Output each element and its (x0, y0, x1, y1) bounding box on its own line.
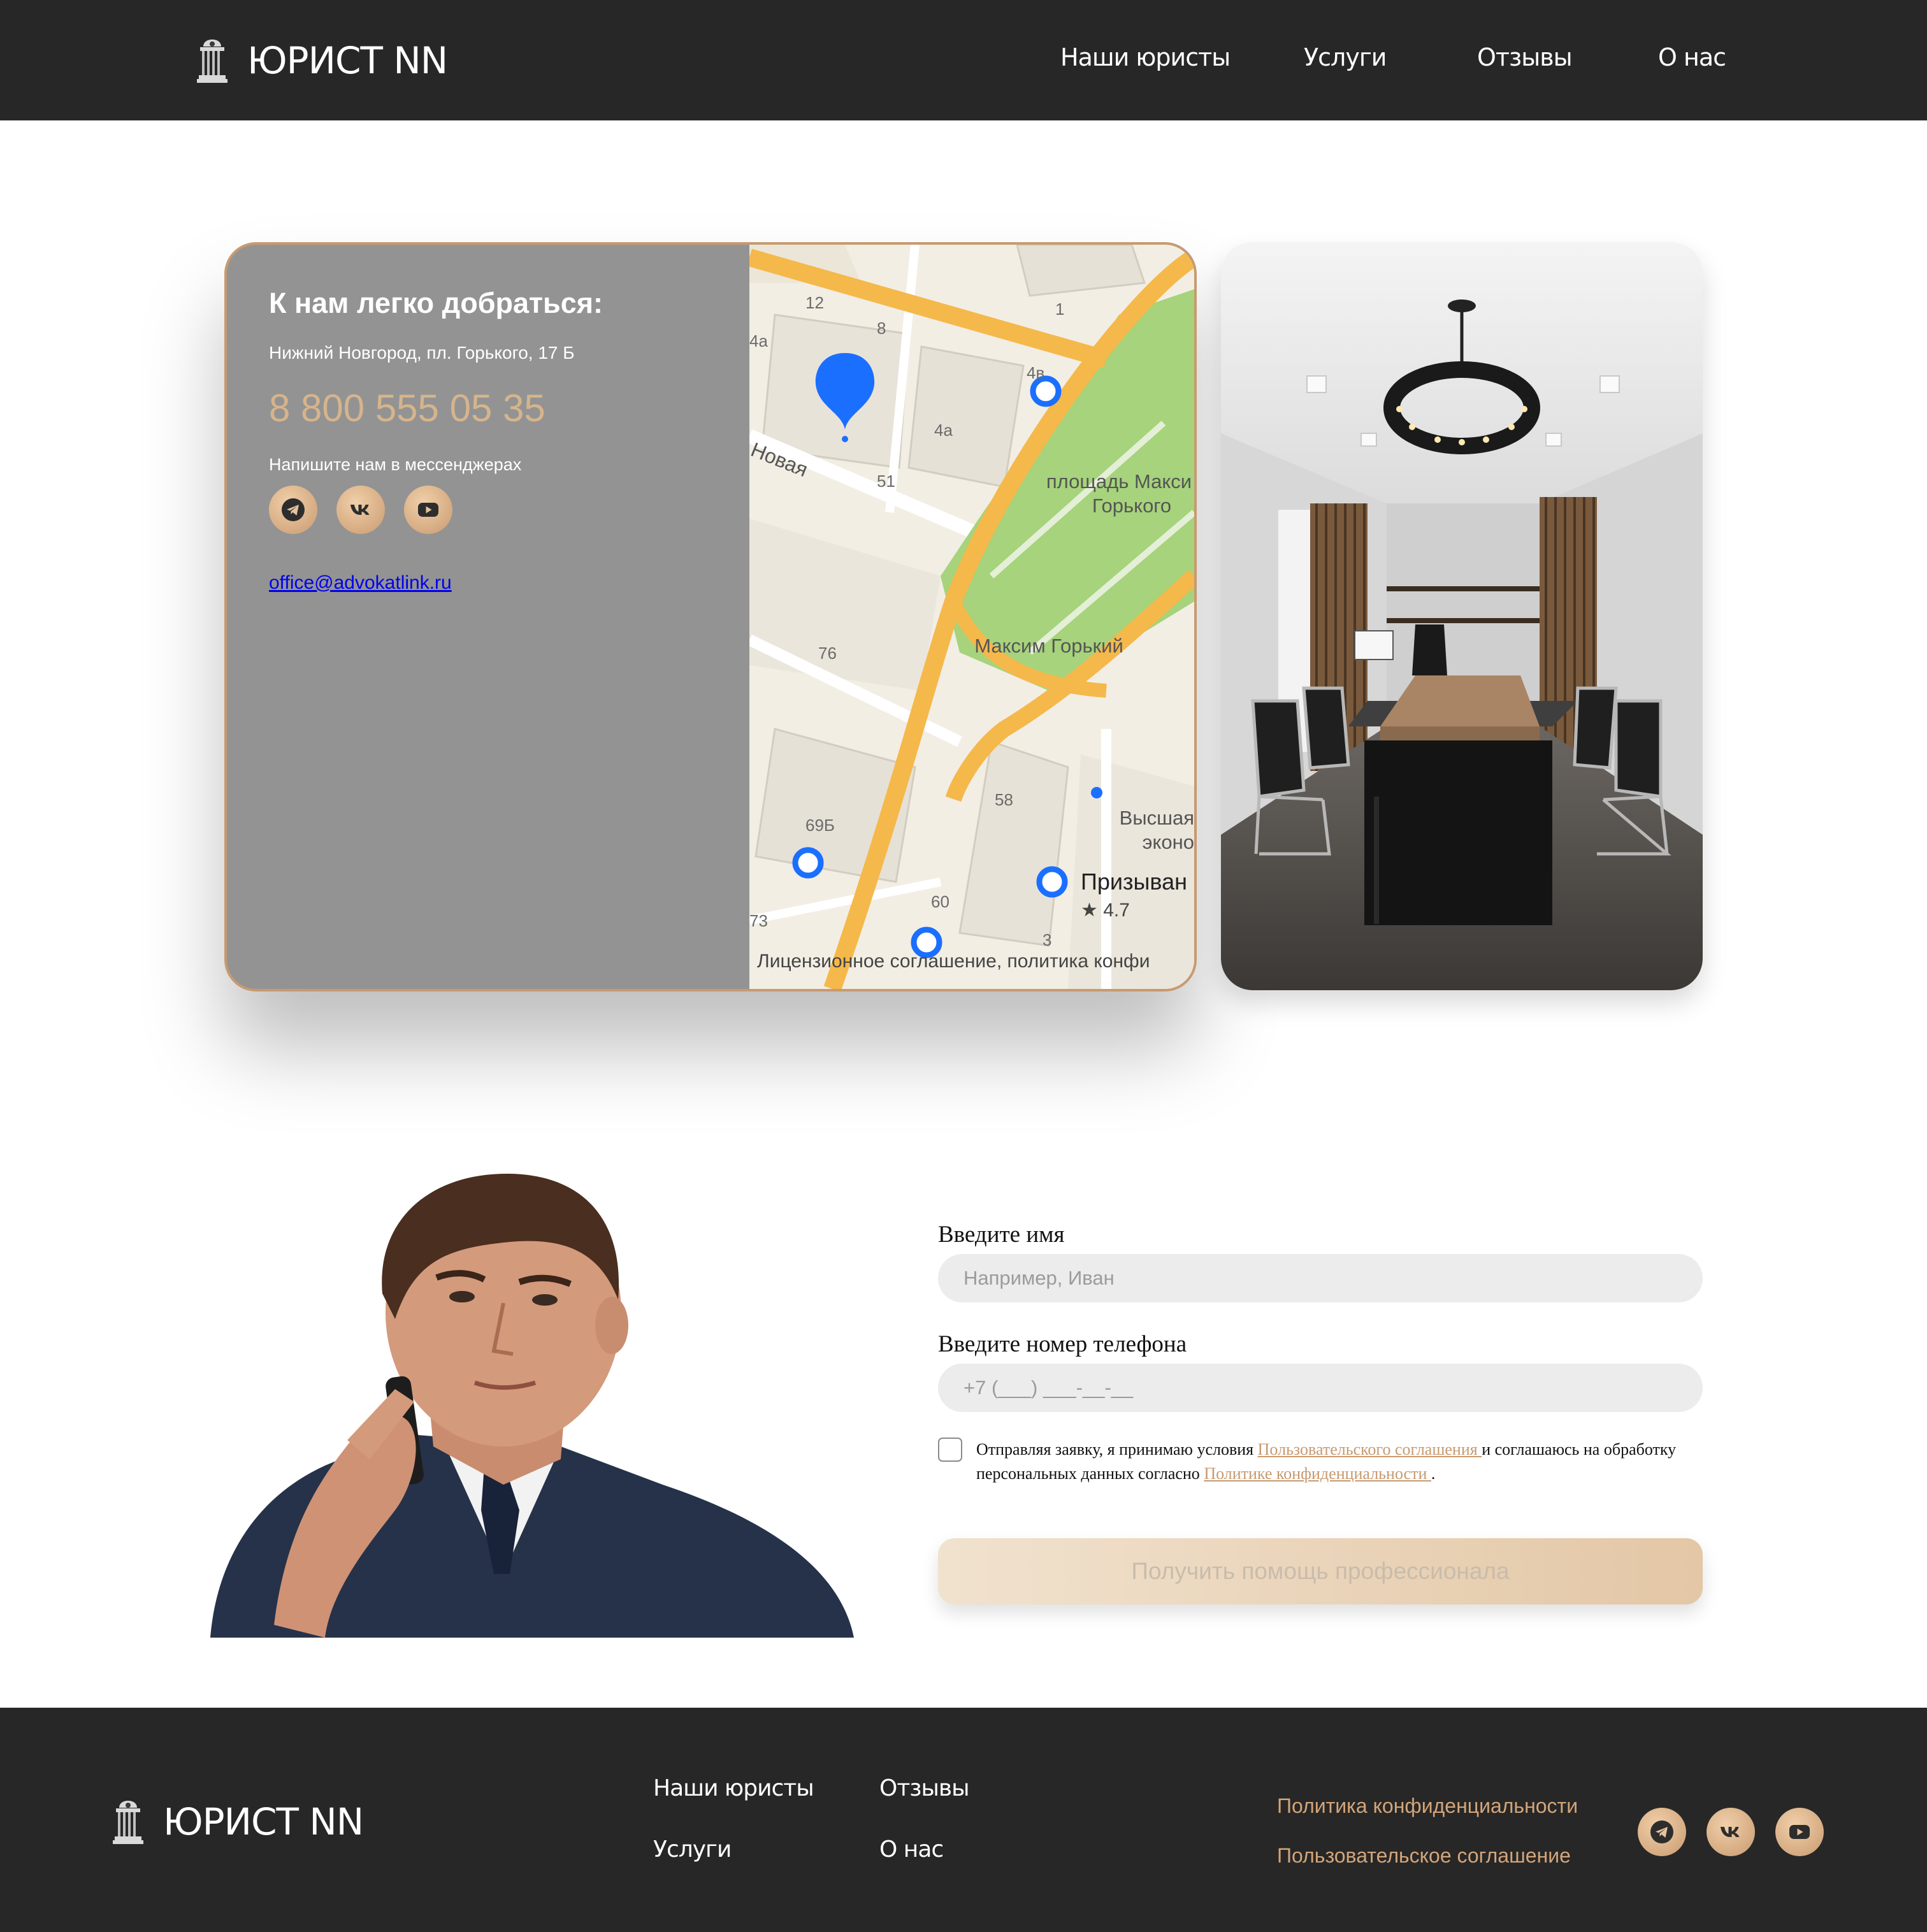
svg-text:76: 76 (818, 644, 837, 663)
site-header: ЮРИСТ NN Наши юристы Услуги Отзывы О нас (0, 0, 1927, 120)
svg-text:69Б: 69Б (805, 816, 835, 835)
map-higher-label: Высшая (1120, 807, 1194, 829)
contact-title: К нам легко добраться: (269, 287, 603, 319)
lawyer-photo (204, 1166, 860, 1644)
map-econ-label: эконо (1143, 831, 1194, 853)
map-monument-label: Максим Горький (974, 635, 1123, 657)
map-rating: ★ 4.7 (1081, 900, 1130, 921)
contact-email-link[interactable]: office@advokatlink.ru (269, 572, 452, 594)
column-logo-icon (111, 1798, 145, 1845)
user-agreement-link[interactable]: Пользовательского соглашения (1258, 1440, 1482, 1459)
phone-input[interactable] (938, 1364, 1703, 1412)
consent-checkbox[interactable] (938, 1438, 962, 1462)
footer-privacy-link[interactable]: Политика конфиденциальности (1277, 1794, 1578, 1818)
map-widget[interactable]: 12 8 1 4а 4в 4а 51 76 69Б 58 60 73 3 Нов… (749, 245, 1194, 989)
svg-text:12: 12 (805, 293, 824, 312)
nav-services[interactable]: Услуги (1304, 43, 1387, 71)
nav-our-lawyers[interactable]: Наши юристы (1060, 43, 1231, 71)
consent-text: Отправляя заявку, я принимаю условия Пол… (976, 1438, 1690, 1486)
svg-text:58: 58 (995, 790, 1013, 809)
youtube-icon[interactable] (404, 486, 452, 534)
svg-text:4в: 4в (1027, 363, 1044, 382)
consent-text-start: Отправляя заявку, я принимаю условия (976, 1440, 1258, 1459)
contact-card: К нам легко добраться: Нижний Новгород, … (224, 242, 1197, 991)
contact-info: К нам легко добраться: Нижний Новгород, … (227, 245, 749, 989)
name-input[interactable] (938, 1254, 1703, 1302)
youtube-icon[interactable] (1775, 1808, 1824, 1856)
footer-nav-our-lawyers[interactable]: Наши юристы (653, 1775, 814, 1801)
column-logo-icon (195, 37, 229, 84)
footer-nav-services[interactable]: Услуги (653, 1836, 732, 1863)
svg-text:51: 51 (877, 472, 895, 491)
svg-text:4а: 4а (934, 421, 953, 440)
svg-text:3: 3 (1043, 930, 1051, 949)
contact-address: Нижний Новгород, пл. Горького, 17 Б (269, 343, 575, 363)
footer-socials (1638, 1808, 1824, 1856)
logo-text: ЮРИСТ NN (247, 39, 448, 82)
submit-button[interactable]: Получить помощь профессионала (938, 1538, 1703, 1604)
consent-text-end: . (1431, 1464, 1436, 1483)
name-label: Введите имя (938, 1222, 1065, 1248)
map-attribution[interactable]: Лицензионное соглашение, политика конфи (757, 951, 1150, 972)
messengers-label: Напишите нам в мессенджерах (269, 455, 522, 474)
footer-nav-reviews[interactable]: Отзывы (879, 1775, 970, 1801)
card-socials (269, 486, 452, 534)
svg-text:1: 1 (1055, 299, 1064, 319)
svg-text:площадь Макси: площадь Макси (1046, 470, 1192, 493)
svg-text:4а: 4а (749, 331, 768, 350)
footer-logo[interactable]: ЮРИСТ NN (111, 1798, 364, 1845)
header-logo[interactable]: ЮРИСТ NN (195, 37, 448, 84)
telegram-icon[interactable] (269, 486, 317, 534)
svg-text:73: 73 (749, 911, 768, 930)
footer-logo-text: ЮРИСТ NN (163, 1800, 364, 1843)
map-place-label: Призыван (1081, 869, 1187, 895)
privacy-policy-link[interactable]: Политике конфиденциальности (1204, 1464, 1431, 1483)
svg-text:8: 8 (877, 319, 886, 338)
telegram-icon[interactable] (1638, 1808, 1686, 1856)
vk-icon[interactable] (336, 486, 385, 534)
vk-icon[interactable] (1707, 1808, 1755, 1856)
contact-phone[interactable]: 8 800 555 05 35 (269, 386, 545, 430)
footer-agreement-link[interactable]: Пользовательское соглашение (1277, 1844, 1571, 1868)
svg-text:Горького: Горького (1092, 494, 1171, 517)
svg-text:60: 60 (931, 892, 949, 911)
office-photo (1221, 242, 1703, 990)
footer-nav-about[interactable]: О нас (879, 1836, 944, 1863)
nav-reviews[interactable]: Отзывы (1477, 43, 1573, 71)
nav-about[interactable]: О нас (1658, 43, 1726, 71)
phone-label: Введите номер телефона (938, 1331, 1187, 1357)
